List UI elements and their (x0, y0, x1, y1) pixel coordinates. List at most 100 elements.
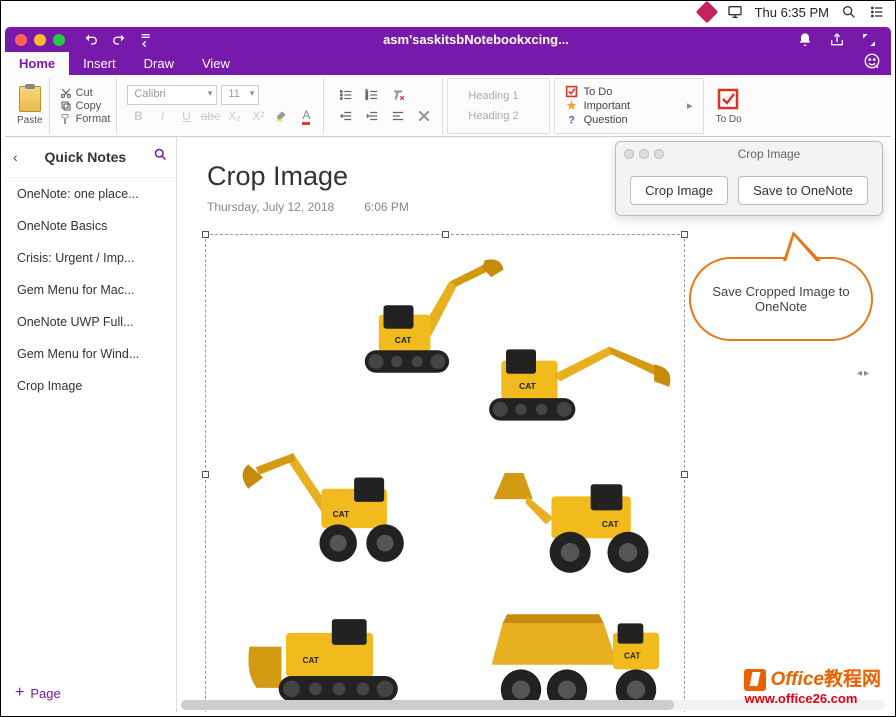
qat-dropdown-icon[interactable] (139, 32, 155, 48)
watermark-url: www.office26.com (744, 691, 881, 706)
sidebar-item[interactable]: Gem Menu for Mac... (5, 274, 176, 306)
ribbon: Paste Cut Copy Format Calibri 11 B I U a… (5, 75, 891, 137)
redo-icon[interactable] (111, 32, 127, 48)
numbering-button[interactable]: 123 (360, 85, 384, 105)
italic-button[interactable]: I (151, 106, 173, 126)
display-icon[interactable] (727, 4, 743, 20)
tab-draw[interactable]: Draw (130, 52, 188, 75)
mac-menubar: Thu 6:35 PM (689, 1, 895, 23)
todo-button[interactable]: To Do (708, 78, 750, 134)
font-group: Calibri 11 B I U abc X₂ X² A (121, 78, 324, 134)
menu-list-icon[interactable] (869, 4, 885, 20)
fullscreen-icon[interactable] (861, 32, 877, 48)
window-title: asm'saskitsbNotebookxcing... (155, 32, 797, 47)
crop-image-button[interactable]: Crop Image (630, 176, 728, 205)
gem-icon[interactable] (695, 1, 718, 24)
bold-button[interactable]: B (127, 106, 149, 126)
sidebar-item[interactable]: OneNote Basics (5, 210, 176, 242)
sidebar-item[interactable]: OneNote: one place... (5, 178, 176, 210)
delete-button[interactable] (412, 106, 436, 126)
share-icon[interactable] (829, 32, 845, 48)
page-list-sidebar: ‹ Quick Notes OneNote: one place... OneN… (5, 137, 177, 712)
svg-text:CAT: CAT (303, 656, 319, 665)
watermark: Office教程网 www.office26.com (744, 664, 881, 706)
svg-text:3: 3 (366, 96, 369, 101)
popup-minimize-button[interactable] (639, 149, 649, 159)
tag-question[interactable]: ?Question (565, 113, 693, 126)
image-content: CAT (471, 605, 686, 712)
sidebar-item[interactable]: Crisis: Urgent / Imp... (5, 242, 176, 274)
superscript-button[interactable]: X² (247, 106, 269, 126)
copy-button[interactable]: Copy (60, 100, 111, 112)
page-time[interactable]: 6:06 PM (364, 200, 409, 214)
popup-title: Crop Image (664, 147, 874, 161)
sidebar-item[interactable]: Gem Menu for Wind... (5, 338, 176, 370)
clear-format-button[interactable] (386, 85, 410, 105)
tab-view[interactable]: View (188, 52, 244, 75)
minimize-window-button[interactable] (34, 34, 46, 46)
font-color-button[interactable]: A (295, 106, 317, 126)
selected-image[interactable]: CAT CAT (205, 234, 685, 712)
format-painter-button[interactable]: Format (60, 113, 111, 125)
zoom-window-button[interactable] (53, 34, 65, 46)
image-content: CAT (486, 445, 686, 585)
save-to-onenote-button[interactable]: Save to OneNote (738, 176, 868, 205)
svg-text:?: ? (568, 114, 575, 126)
add-page-button[interactable]: +Page (5, 674, 176, 712)
page-canvas[interactable]: Crop Image Thursday, July 12, 2018 6:06 … (177, 137, 891, 712)
resize-handle[interactable] (681, 231, 688, 238)
ribbon-tabs: Home Insert Draw View (5, 52, 891, 75)
resize-handle[interactable] (202, 231, 209, 238)
clipboard-group: Cut Copy Format (54, 78, 118, 134)
tag-important[interactable]: Important▸ (565, 99, 693, 112)
subscript-button[interactable]: X₂ (223, 106, 245, 126)
bell-icon[interactable] (797, 32, 813, 48)
back-chevron-icon[interactable]: ‹ (13, 149, 18, 165)
svg-text:CAT: CAT (333, 509, 351, 519)
cut-button[interactable]: Cut (60, 87, 111, 99)
tab-insert[interactable]: Insert (69, 52, 130, 75)
svg-text:CAT: CAT (602, 519, 619, 529)
paste-icon (19, 86, 41, 112)
paste-group[interactable]: Paste (11, 78, 50, 134)
traffic-lights (5, 34, 65, 46)
image-content: CAT (236, 610, 446, 712)
window-titlebar: asm'saskitsbNotebookxcing... (5, 27, 891, 52)
align-button[interactable] (386, 106, 410, 126)
bullets-button[interactable] (334, 85, 358, 105)
image-content: CAT (226, 425, 426, 575)
sidebar-title[interactable]: Quick Notes (24, 149, 147, 165)
sidebar-search-icon[interactable] (153, 147, 168, 167)
menubar-clock[interactable]: Thu 6:35 PM (755, 5, 829, 20)
scrollbar-thumb[interactable] (181, 700, 674, 710)
heading1-style[interactable]: Heading 1 (464, 87, 522, 105)
styles-gallery[interactable]: Heading 1 Heading 2 (447, 78, 549, 134)
font-size-select[interactable]: 11 (221, 85, 259, 105)
resize-handle[interactable] (202, 471, 209, 478)
close-window-button[interactable] (15, 34, 27, 46)
popup-close-button[interactable] (624, 149, 634, 159)
highlight-button[interactable] (271, 106, 293, 126)
tags-gallery[interactable]: To Do Important▸ ?Question (554, 78, 704, 134)
image-content: CAT (476, 295, 686, 445)
undo-icon[interactable] (83, 32, 99, 48)
sidebar-item[interactable]: OneNote UWP Full... (5, 306, 176, 338)
tab-home[interactable]: Home (5, 52, 69, 75)
strike-button[interactable]: abc (199, 106, 221, 126)
popup-zoom-button[interactable] (654, 149, 664, 159)
paragraph-group: 123 (328, 78, 443, 134)
svg-text:CAT: CAT (624, 651, 640, 660)
font-family-select[interactable]: Calibri (127, 85, 217, 105)
heading2-style[interactable]: Heading 2 (464, 107, 522, 125)
tag-todo[interactable]: To Do (565, 85, 693, 98)
sidebar-item[interactable]: Crop Image (5, 370, 176, 402)
svg-text:CAT: CAT (519, 381, 537, 391)
underline-button[interactable]: U (175, 106, 197, 126)
annotation-callout: Save Cropped Image to OneNote (689, 257, 873, 341)
indent-button[interactable] (360, 106, 384, 126)
search-icon[interactable] (841, 4, 857, 20)
page-date[interactable]: Thursday, July 12, 2018 (207, 200, 334, 214)
resize-handle[interactable] (442, 231, 449, 238)
outdent-button[interactable] (334, 106, 358, 126)
feedback-smiley-icon[interactable] (863, 52, 891, 75)
